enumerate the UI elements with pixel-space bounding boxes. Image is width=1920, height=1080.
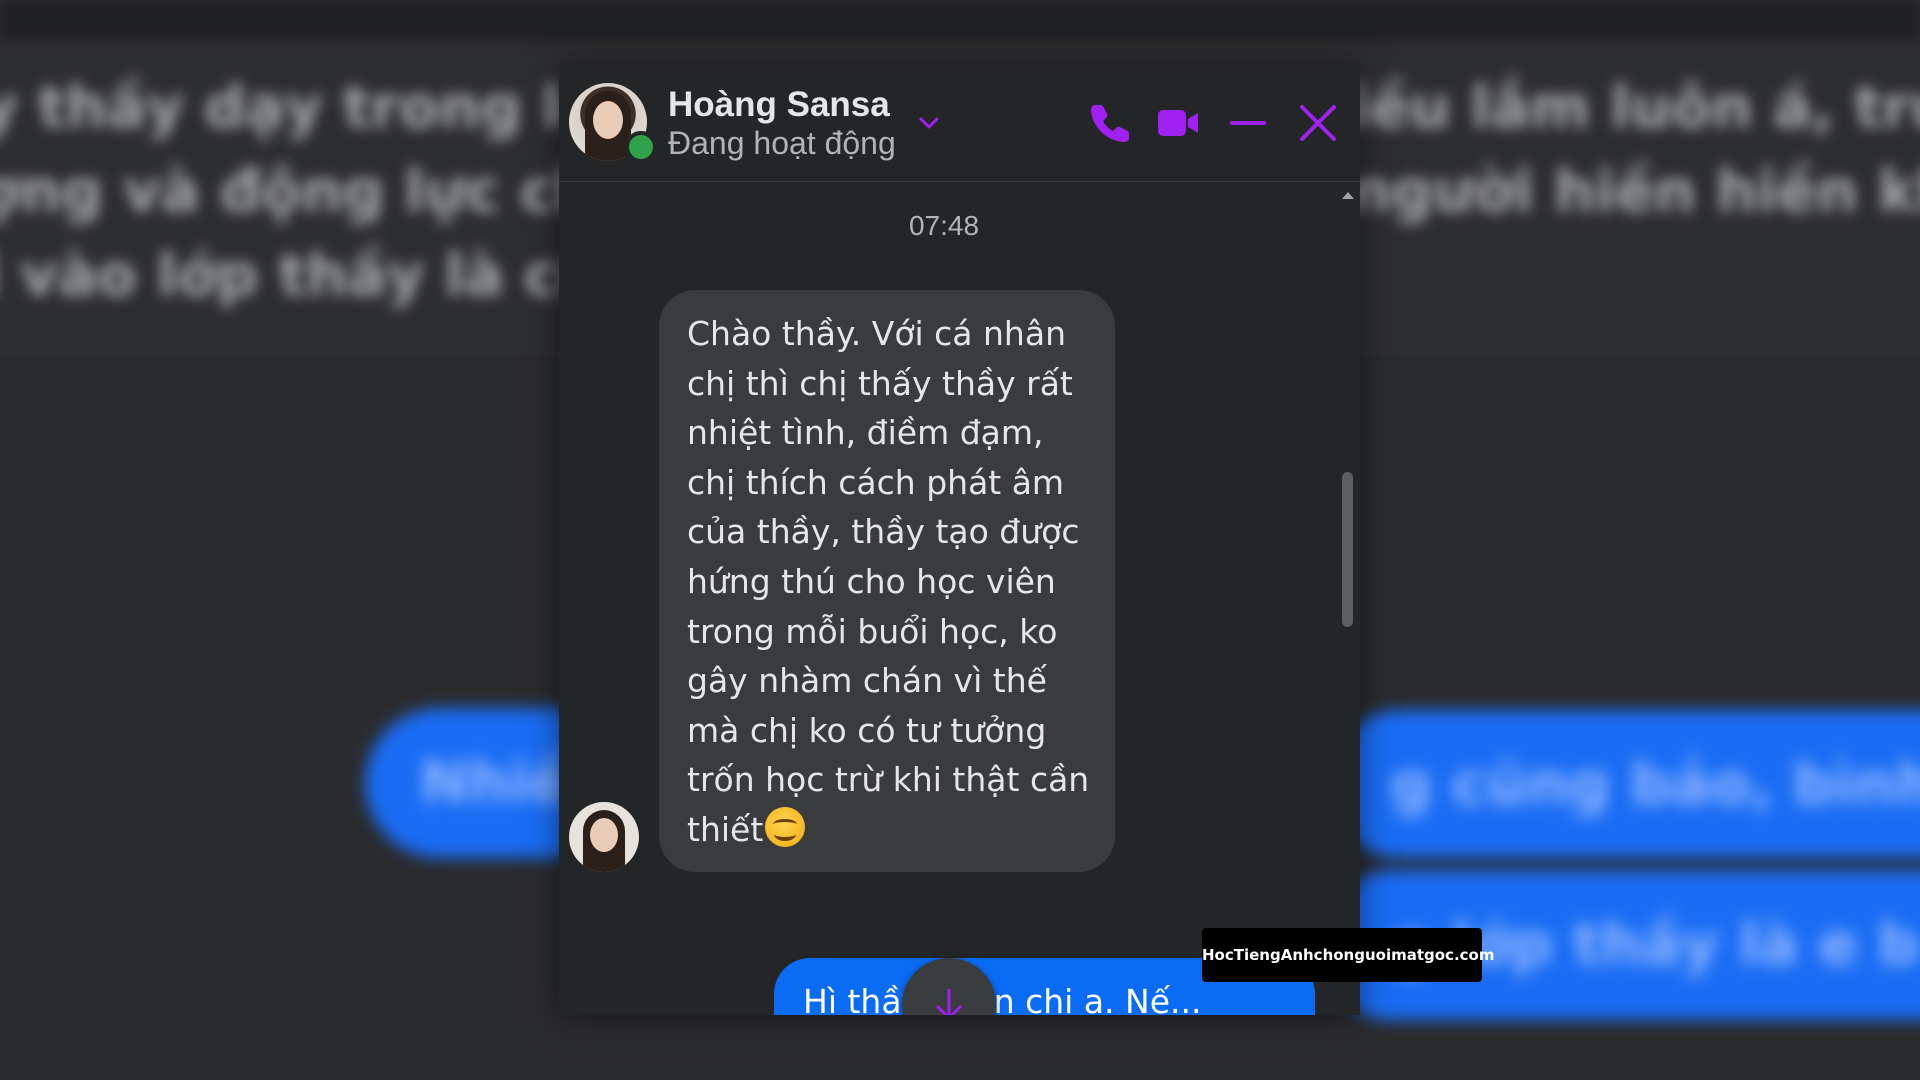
blurred-text-line: người hiền hiền khôn	[1350, 157, 1920, 225]
blurred-text-line: y thầy dạy trong lớp	[0, 73, 644, 141]
outgoing-message-text: Hì thầy ... ơn chị ạ. Nế... không b... r…	[803, 982, 1202, 1015]
blurred-bubble: g cũng bảo, bình thư	[1330, 710, 1920, 858]
smiling-face-emoji-icon	[765, 806, 806, 847]
incoming-message-content: Chào thầy. Với cá nhân chị thì chị thấy …	[687, 314, 1090, 849]
avatar-face	[590, 818, 618, 852]
online-status-dot	[625, 131, 657, 163]
blurred-text-line: i vào lớp thầy là cũ	[0, 241, 600, 309]
chat-window: Hoàng Sansa Đang hoạt động 07:48 Chào th…	[559, 65, 1360, 1015]
watermark: HocTiengAnhchonguoimatgoc.com	[1202, 928, 1494, 982]
chat-header: Hoàng Sansa Đang hoạt động	[559, 65, 1360, 182]
chevron-down-icon[interactable]	[915, 109, 943, 137]
phone-icon[interactable]	[1086, 99, 1134, 147]
minimize-icon[interactable]	[1224, 99, 1272, 147]
blurred-top-bar	[0, 0, 1920, 40]
arrow-down-icon	[936, 988, 962, 1015]
blurred-text-line: ợng và động lực ch	[0, 157, 596, 225]
blurred-text-line: iều lắm luôn á, truy	[1350, 73, 1920, 141]
scrollbar[interactable]	[1336, 182, 1358, 1015]
active-status: Đang hoạt động	[668, 125, 896, 161]
message-timestamp: 07:48	[908, 210, 980, 241]
message-list[interactable]: 07:48 Chào thầy. Với cá nhân chị thì chị…	[559, 182, 1360, 1015]
contact-name[interactable]: Hoàng Sansa	[668, 85, 890, 125]
scrollbar-thumb[interactable]	[1342, 472, 1353, 627]
incoming-message-text: Chào thầy. Với cá nhân chị thì chị thấy …	[687, 309, 1127, 855]
sender-avatar[interactable]	[569, 802, 639, 872]
video-icon[interactable]	[1154, 99, 1202, 147]
close-icon[interactable]	[1294, 99, 1342, 147]
scroll-up-arrow-icon[interactable]	[1342, 192, 1354, 199]
avatar-face	[593, 101, 623, 139]
